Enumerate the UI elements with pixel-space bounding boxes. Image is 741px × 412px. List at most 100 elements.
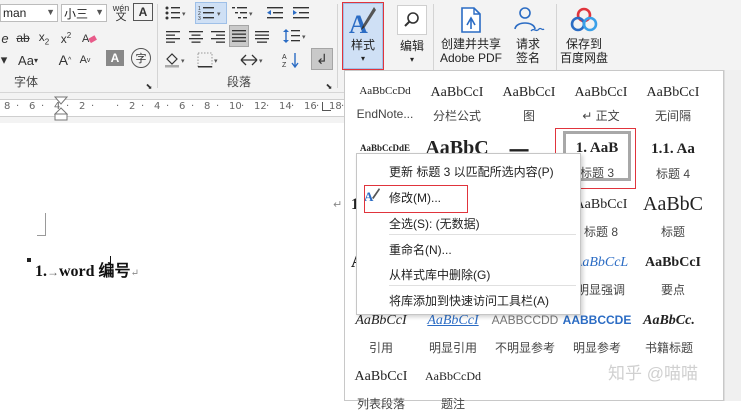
chevron-down-icon: ▾ [409, 55, 414, 64]
style-preview: AaBbCcDd [359, 85, 411, 97]
multilevel-list-button[interactable]: ▾ [230, 3, 258, 23]
margin-corner-mark [37, 213, 46, 236]
ruler-tick-label: 12 [254, 101, 267, 112]
edit-label: 编辑 [399, 39, 424, 53]
indent-marker-icon[interactable] [54, 96, 68, 122]
borders-button[interactable]: ▾ [196, 50, 222, 70]
text-cursor [110, 256, 111, 276]
menu-item-rename[interactable]: 重命名(N)... [389, 241, 452, 258]
ruler-tick-label: 10 [229, 101, 242, 112]
bullet-square [27, 258, 31, 262]
svg-text:▾: ▾ [217, 11, 221, 18]
subscript-button[interactable]: x2 [36, 28, 52, 48]
svg-text:▾: ▾ [259, 58, 263, 65]
request-signature-button[interactable]: 请求 签名 [508, 3, 548, 71]
ruler-tick-mark: · [241, 101, 245, 112]
style-preview: AaBbCcI [646, 85, 700, 100]
ruler-tick-label: 6 [29, 101, 36, 112]
font-group-label: 字体 [14, 75, 39, 89]
style-book-title[interactable]: AaBbCc. 书籍标题 [633, 303, 705, 355]
ruler-tick-label: 8 [204, 101, 211, 112]
menu-item-select-all[interactable]: 全选(S): (无数据) [389, 215, 480, 232]
style-key-point[interactable]: AaBbCcI 要点 [637, 245, 709, 297]
style-normal[interactable]: AaBbCcI ↵ 正文 [565, 75, 637, 123]
style-column-formula[interactable]: AaBbCcI 分栏公式 [421, 75, 493, 123]
group-separator [157, 4, 158, 88]
edit-button[interactable]: 编辑 ▾ [395, 3, 429, 71]
ruler-tick-mark: · [41, 101, 45, 112]
menu-item-update-to-match[interactable]: 更新 标题 3 以匹配所选内容(P) [389, 163, 554, 180]
justify-icon [232, 30, 246, 42]
ruler-tick-label: 16 [304, 101, 317, 112]
ruler-tick-mark: · [91, 101, 95, 112]
style-endnote[interactable]: AaBbCcDd EndNote... [349, 75, 421, 121]
style-list-paragraph[interactable]: AaBbCcI 列表段落 [345, 359, 417, 411]
ruler-tick-mark: · [116, 101, 120, 112]
create-share-adobe-pdf-button[interactable]: 创建并共享 Adobe PDF [437, 3, 505, 71]
font-size-combobox[interactable]: 小三 ▼ [61, 4, 107, 22]
ruler-tick-mark: · [166, 101, 170, 112]
heading-text: word 编号 [59, 263, 131, 280]
align-right-button[interactable] [208, 27, 228, 47]
decrease-indent-button[interactable] [264, 3, 286, 23]
font-color-partial-icon[interactable]: ▾ [0, 50, 8, 70]
style-preview: AaBbCcDdE [359, 143, 410, 153]
style-figure[interactable]: AaBbCcI 图 [493, 75, 565, 123]
character-shading-button[interactable]: A [106, 50, 124, 66]
menu-item-add-to-quick-access[interactable]: 将库添加到快速访问工具栏(A) [389, 292, 549, 309]
adobe-line1: 创建并共享 [440, 37, 501, 51]
align-left-button[interactable] [163, 27, 183, 47]
change-case-button[interactable]: Aa ▾ [14, 50, 42, 70]
tab-stop-marker[interactable] [322, 102, 331, 111]
heading-number: 1. [35, 263, 47, 280]
style-name: ↵ 正文 [582, 109, 620, 123]
style-heading-4[interactable]: 1.1. Aa 标题 4 [637, 133, 709, 181]
character-border-button[interactable]: A [133, 3, 153, 21]
bullets-button[interactable]: ▾ [163, 3, 189, 23]
align-center-button[interactable] [186, 27, 206, 47]
horizontal-ruler[interactable]: 8 · 6 · 4 · 2 · · 2 · 4 · 6 · 8 · 10 · 12 · 14 · 16 · 18 · [0, 93, 345, 123]
phonetic-guide-button[interactable]: wén 文 [111, 3, 131, 23]
style-caption[interactable]: AaBbCcDd 题注 [417, 359, 489, 411]
numbering-icon: 123▾ [198, 6, 221, 21]
sort-button[interactable]: AZ [280, 50, 302, 70]
italic-partial-icon[interactable]: e [0, 28, 10, 48]
style-title[interactable]: AaBbC 标题 [637, 187, 709, 239]
show-formatting-marks-button[interactable]: ↲ [311, 48, 333, 70]
superscript-button[interactable]: x2 [58, 28, 74, 48]
font-size-value: 小三 [64, 6, 89, 21]
menu-item-remove-from-gallery[interactable]: 从样式库中删除(G) [389, 266, 490, 283]
ruler-tick-mark: · [291, 101, 295, 112]
clear-formatting-button[interactable]: A [80, 28, 98, 48]
ruler-tick-label: 14 [279, 101, 292, 112]
heading-line[interactable]: 1.→word 编号↵ [35, 257, 139, 281]
shrink-font-button[interactable]: Av [77, 50, 93, 70]
style-no-spacing[interactable]: AaBbCcI 无间隔 [637, 75, 709, 123]
align-center-icon [189, 31, 203, 43]
font-name-combobox[interactable]: man ▼ [0, 4, 58, 22]
gallery-scrollbar[interactable] [724, 70, 741, 401]
styles-highlight-box [342, 2, 384, 70]
sign-line1: 请求 [515, 37, 540, 51]
enclose-characters-button[interactable]: 字 [131, 48, 151, 68]
font-name-value: man [3, 6, 27, 20]
chinese-layout-button[interactable]: ▾ [239, 50, 267, 70]
bullets-icon: ▾ [165, 6, 186, 20]
style-preview: 1.1. Aa [651, 141, 695, 157]
distributed-button[interactable] [252, 27, 272, 47]
grow-font-button[interactable]: A ^ [57, 50, 73, 70]
shading-button[interactable]: ▾ [163, 50, 189, 70]
save-to-baidu-netdisk-button[interactable]: 保存到 百度网盘 [558, 3, 610, 71]
document-page[interactable]: ↵ 1.→word 编号↵ [0, 123, 345, 401]
strikethrough-button[interactable]: ab [16, 28, 30, 48]
baidu-line2: 百度网盘 [559, 51, 608, 65]
style-name: 无间隔 [654, 109, 691, 123]
paragraph-mark-icon: ↲ [316, 50, 328, 67]
justify-button[interactable] [229, 25, 249, 47]
ruler-tick-mark: · [216, 101, 220, 112]
style-name: EndNote... [356, 107, 414, 121]
increase-indent-button[interactable] [290, 3, 312, 23]
line-spacing-button[interactable]: ▾ [280, 26, 310, 46]
character-border-icon: A [138, 5, 148, 19]
numbering-button[interactable]: 1 2 3 ▾ [195, 2, 227, 24]
